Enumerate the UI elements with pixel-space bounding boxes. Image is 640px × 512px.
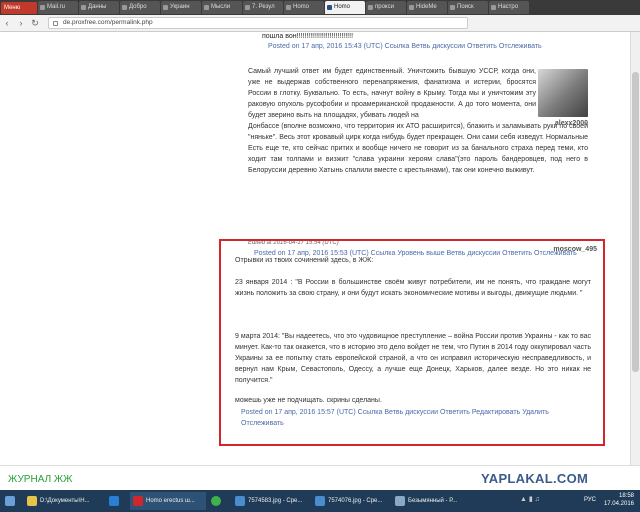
comment-body: Самый лучший ответ им будет единственный… — [248, 66, 588, 176]
start-button[interactable] — [0, 492, 22, 510]
messenger-icon — [211, 496, 221, 506]
tab-label: прокси — [375, 4, 394, 10]
favicon-icon — [122, 5, 127, 10]
tab-label: Настро — [498, 4, 519, 10]
browser-tab-active[interactable]: Homo — [325, 1, 365, 14]
favicon-icon — [327, 5, 332, 10]
folder-icon — [27, 496, 37, 506]
browser-tab[interactable]: Данны — [79, 1, 119, 14]
ie-icon — [109, 496, 119, 506]
favicon-icon — [204, 5, 209, 10]
page-footer: ЖУРНАЛ ЖЖ YAPLAKAL.COM — [0, 465, 640, 490]
tray-icons[interactable]: ▲ ▮ ♫ — [520, 495, 540, 503]
comment-username[interactable]: alexx2000 — [555, 120, 588, 127]
comment-text: Самый лучший ответ им будет единственный… — [248, 68, 536, 119]
url-input[interactable]: de.proxfree.com/permalink.php — [48, 17, 468, 29]
browser-tab[interactable]: HideMe — [407, 1, 447, 14]
system-tray: РУС 18:58 17.04.2016 — [584, 492, 634, 508]
comment: alexx2000 Самый лучший ответ им будет ед… — [248, 66, 588, 257]
taskbar-item[interactable] — [106, 492, 128, 510]
tab-label: Украин — [170, 4, 190, 10]
favicon-icon — [409, 5, 414, 10]
tab-label: Homo — [293, 4, 310, 10]
clock-time[interactable]: 18:58 — [604, 492, 634, 500]
tab-label: 7. Резул — [252, 4, 275, 10]
opera-icon — [133, 496, 143, 506]
image-icon — [315, 496, 325, 506]
favicon-icon — [163, 5, 168, 10]
favicon-icon — [81, 5, 86, 10]
taskbar-label: D:\Документы\Н... — [40, 498, 90, 504]
url-text: de.proxfree.com/permalink.php — [63, 19, 153, 26]
taskbar-item[interactable]: Безымянный - Р... — [392, 492, 468, 510]
browser-tab-strip: Меню Mail.ru Данны Добро Украин Мысли 7.… — [0, 0, 640, 15]
comment-intro: Отрывки из твоих сочинений здесь, в ЖЖ: — [235, 257, 374, 264]
tab-label: Добро — [129, 4, 147, 10]
forward-icon[interactable]: › — [14, 16, 28, 30]
favicon-icon — [368, 5, 373, 10]
browser-tab[interactable]: Мысли — [202, 1, 242, 14]
taskbar-item[interactable]: 7574076.jpg - Сре... — [312, 492, 390, 510]
favicon-icon — [286, 5, 291, 10]
favicon-icon — [40, 5, 45, 10]
browser-tab[interactable]: Добро — [120, 1, 160, 14]
comment-meta[interactable]: Posted on 17 апр, 2016 15:57 (UTC) Ссылк… — [241, 407, 581, 429]
comment-quote: 9 марта 2014: "Вы надеетесь, что это чуд… — [235, 333, 591, 384]
taskbar-label: 7574583.jpg - Сре... — [248, 498, 303, 504]
tab-label: HideMe — [416, 4, 437, 10]
back-icon[interactable]: ‹ — [0, 16, 14, 30]
language-indicator[interactable]: РУС — [584, 496, 596, 504]
taskbar-item[interactable] — [208, 492, 230, 510]
browser-tab[interactable]: Поиск — [448, 1, 488, 14]
avatar[interactable] — [538, 69, 588, 117]
reload-icon[interactable]: ↻ — [28, 16, 42, 30]
taskbar-label: Безымянный - Р... — [408, 498, 458, 504]
tab-label: Mail.ru — [47, 4, 66, 10]
comment-closing: можешь уже не подчищать. скрины сделаны. — [235, 397, 382, 404]
comment-quote: 23 января 2014 : "В России в большинстве… — [235, 279, 591, 297]
browser-tab[interactable]: Настро — [489, 1, 529, 14]
browser-tab[interactable]: 7. Резул — [243, 1, 283, 14]
comment-username[interactable]: moscow_495 — [553, 246, 597, 253]
scrollbar[interactable] — [630, 32, 640, 465]
browser-tab[interactable]: Homo — [284, 1, 324, 14]
paint-icon — [395, 496, 405, 506]
scrollbar-thumb[interactable] — [632, 72, 639, 372]
address-bar-row: ‹ › ↻ de.proxfree.com/permalink.php — [0, 15, 640, 32]
image-icon — [235, 496, 245, 506]
tab-label: Homo — [334, 4, 351, 10]
favicon-icon — [450, 5, 455, 10]
browser-tab[interactable]: прокси — [366, 1, 406, 14]
favicon-icon — [491, 5, 496, 10]
taskbar-label: Homo erectus ш... — [146, 498, 195, 504]
taskbar-item[interactable]: 7574583.jpg - Сре... — [232, 492, 310, 510]
favicon-icon — [245, 5, 250, 10]
browser-menu-button[interactable]: Меню — [1, 1, 37, 14]
tab-label: Поиск — [457, 4, 474, 10]
browser-tab[interactable]: Украин — [161, 1, 201, 14]
comment-text: Донбассе (вполне возможно, что территори… — [248, 123, 588, 174]
taskbar: D:\Документы\Н... Homo erectus ш... 7574… — [0, 490, 640, 512]
tab-label: Данны — [88, 4, 107, 10]
page-content: пошла вон!!!!!!!!!!!!!!!!!!!!!!!!!!!!! P… — [0, 32, 630, 465]
comment-meta[interactable]: Posted on 17 апр, 2016 15:43 (UTC) Ссылк… — [268, 43, 542, 50]
highlighted-comment: moscow_495 Отрывки из твоих сочинений зд… — [219, 239, 605, 446]
journal-link[interactable]: ЖУРНАЛ ЖЖ — [8, 474, 72, 485]
tab-label: Мысли — [211, 4, 231, 10]
lock-icon — [53, 21, 58, 26]
clock-date[interactable]: 17.04.2016 — [604, 500, 634, 508]
comment: пошла вон!!!!!!!!!!!!!!!!!!!!!!!!!!!!! P… — [0, 32, 620, 54]
browser-tab[interactable]: Mail.ru — [38, 1, 78, 14]
taskbar-item[interactable]: D:\Документы\Н... — [24, 492, 104, 510]
site-logo[interactable]: YAPLAKAL.COM — [481, 471, 588, 486]
taskbar-label: 7574076.jpg - Сре... — [328, 498, 383, 504]
windows-icon — [5, 496, 15, 506]
taskbar-item[interactable]: Homo erectus ш... — [130, 492, 206, 510]
comment-text: пошла вон!!!!!!!!!!!!!!!!!!!!!!!!!!!!! — [262, 33, 354, 40]
